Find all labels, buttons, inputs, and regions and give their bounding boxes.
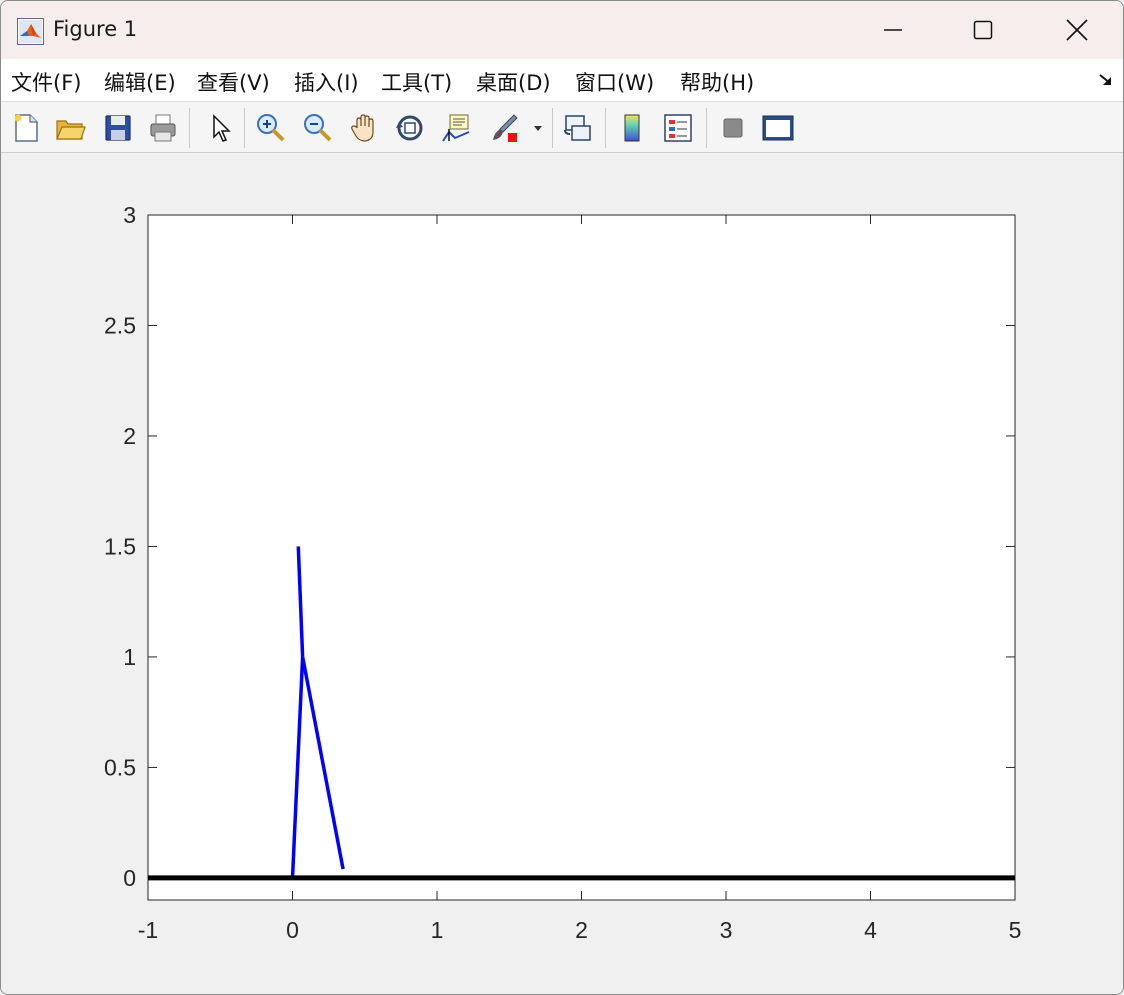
- x-tick-label: 1: [431, 917, 444, 943]
- y-tick-label: 1.5: [104, 533, 136, 559]
- rotate-3d-button[interactable]: [392, 110, 428, 146]
- toolbar-separator: [552, 108, 553, 148]
- print-button[interactable]: [145, 110, 181, 146]
- toolbar-separator: [244, 108, 245, 148]
- open-file-icon: [56, 120, 86, 140]
- y-tick-label: 0.5: [104, 754, 136, 780]
- legend-button[interactable]: [660, 110, 696, 146]
- menu-tools[interactable]: 工具(T): [381, 67, 452, 97]
- new-figure-button[interactable]: [8, 110, 44, 146]
- figure-toolbar: [1, 102, 1123, 153]
- data-cursor-icon: [442, 114, 470, 142]
- x-tick-label: -1: [138, 917, 158, 943]
- new-figure-icon: [14, 114, 38, 142]
- minimize-icon: [884, 29, 902, 31]
- menu-bar: 文件(F) 编辑(E) 查看(V) 插入(I) 工具(T) 桌面(D) 窗口(W…: [1, 59, 1123, 102]
- link-plot-button[interactable]: [560, 110, 596, 146]
- toolbar-separator: [189, 108, 190, 148]
- y-tick-label: 2: [123, 423, 136, 449]
- colorbar-button[interactable]: [614, 110, 650, 146]
- hide-plot-tools-button[interactable]: [715, 110, 751, 146]
- zoom-out-button[interactable]: [299, 110, 335, 146]
- link-plot-icon: [564, 115, 591, 141]
- print-icon: [150, 114, 176, 142]
- legend-icon: [664, 114, 692, 142]
- pan-hand-icon: [351, 114, 374, 142]
- brush-dropdown-button[interactable]: [528, 110, 548, 146]
- show-plot-tools-icon: [762, 115, 794, 141]
- x-tick-label: 3: [720, 917, 733, 943]
- pan-hand-button[interactable]: [346, 110, 382, 146]
- brush-icon: [493, 114, 518, 142]
- select-arrow-icon: [213, 114, 231, 142]
- toolbar-separator: [706, 108, 707, 148]
- colorbar-icon: [624, 114, 640, 142]
- dock-arrow-icon[interactable]: [1097, 71, 1115, 89]
- brush-button[interactable]: [486, 110, 522, 146]
- axes-background: [147, 214, 1016, 901]
- brush-dropdown-icon: [534, 126, 542, 131]
- toolbar-separator: [605, 108, 606, 148]
- x-tick-label: 0: [286, 917, 299, 943]
- close-icon: [1066, 19, 1088, 41]
- x-tick-label: 5: [1009, 917, 1022, 943]
- menu-insert[interactable]: 插入(I): [294, 67, 359, 97]
- y-tick-label: 0: [123, 865, 136, 891]
- axes-plot[interactable]: -1 0 1 2 3 4 500.511.522.53: [0, 152, 1122, 993]
- zoom-in-icon: [257, 114, 285, 142]
- maximize-button[interactable]: [937, 1, 1029, 59]
- show-plot-tools-button[interactable]: [760, 110, 796, 146]
- x-tick-label: 4: [864, 917, 877, 943]
- zoom-out-icon: [304, 114, 332, 142]
- menu-desktop[interactable]: 桌面(D): [476, 67, 551, 97]
- menu-window[interactable]: 窗口(W): [575, 67, 654, 97]
- hide-plot-tools-icon: [723, 118, 743, 138]
- y-tick-label: 2.5: [104, 312, 136, 338]
- menu-file[interactable]: 文件(F): [11, 67, 81, 97]
- data-cursor-button[interactable]: [438, 110, 474, 146]
- title-bar[interactable]: Figure 1: [1, 1, 1123, 59]
- save-icon: [105, 115, 131, 141]
- y-tick-label: 1: [123, 644, 136, 670]
- minimize-button[interactable]: [847, 1, 939, 59]
- rotate-3d-icon: [396, 115, 423, 141]
- select-arrow-button[interactable]: [202, 110, 238, 146]
- matlab-icon: [17, 18, 44, 45]
- menu-view[interactable]: 查看(V): [197, 67, 270, 97]
- window-title: Figure 1: [53, 17, 138, 41]
- menu-help[interactable]: 帮助(H): [680, 67, 754, 97]
- menu-edit[interactable]: 编辑(E): [104, 67, 176, 97]
- maximize-icon: [973, 20, 993, 40]
- open-file-button[interactable]: [52, 110, 88, 146]
- close-button[interactable]: [1031, 1, 1123, 59]
- y-tick-label: 3: [123, 202, 136, 228]
- save-button[interactable]: [100, 110, 136, 146]
- zoom-in-button[interactable]: [252, 110, 288, 146]
- x-tick-label: 2: [575, 917, 588, 943]
